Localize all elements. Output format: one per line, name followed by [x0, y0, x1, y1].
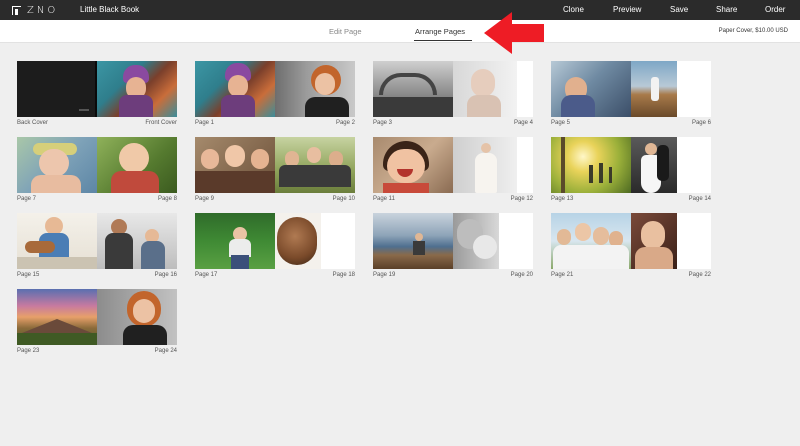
- page-image: [97, 289, 177, 345]
- spread-thumbnail[interactable]: [195, 137, 355, 193]
- spread-thumbnail[interactable]: [17, 61, 177, 117]
- top-bar: ZNO Little Black Book Clone Preview Save…: [0, 0, 800, 20]
- page-image: [195, 213, 275, 269]
- spread-page-5-6[interactable]: Page 5 Page 6: [551, 61, 711, 129]
- page-label-left: Page 7: [17, 196, 37, 202]
- spread-page-19-20[interactable]: Page 19 Page 20: [373, 213, 533, 281]
- page-image: [453, 213, 533, 269]
- preview-button[interactable]: Preview: [613, 5, 641, 14]
- spread-thumbnail[interactable]: [17, 213, 177, 269]
- spread-thumbnail[interactable]: [373, 213, 533, 269]
- spread-thumbnail[interactable]: [551, 213, 711, 269]
- page-label-left: Page 21: [551, 272, 574, 278]
- page-label-left: Back Cover: [17, 120, 49, 126]
- spread-thumbnail[interactable]: [373, 61, 533, 117]
- share-button[interactable]: Share: [716, 5, 737, 14]
- page-label-right: Page 20: [510, 272, 533, 278]
- tab-arrange-pages[interactable]: Arrange Pages: [415, 27, 465, 36]
- page-image: [97, 213, 177, 269]
- spread-thumbnail[interactable]: [195, 61, 355, 117]
- spread-page-3-4[interactable]: Page 3 Page 4: [373, 61, 533, 129]
- page-label-right: Page 8: [157, 196, 177, 202]
- page-label-right: Page 22: [688, 272, 711, 278]
- tab-edit-page[interactable]: Edit Page: [329, 27, 362, 36]
- page-label-left: Page 3: [373, 120, 393, 126]
- page-image: [631, 137, 711, 193]
- cover-price: Paper Cover, $10.00 USD: [718, 28, 788, 34]
- page-image: [631, 61, 711, 117]
- page-label-left: Page 9: [195, 196, 215, 202]
- page-image: [373, 137, 453, 193]
- spread-thumbnail[interactable]: [195, 213, 355, 269]
- page-image: [195, 61, 275, 117]
- page-label-left: Page 1: [195, 120, 215, 126]
- front-cover-image: [97, 61, 177, 117]
- clone-button[interactable]: Clone: [563, 5, 584, 14]
- spread-page-23-24[interactable]: Page 23 Page 24: [17, 289, 177, 357]
- page-image: [551, 213, 631, 269]
- spread-thumbnail[interactable]: [373, 137, 533, 193]
- page-label-right: Page 18: [332, 272, 355, 278]
- page-label-right: Page 2: [335, 120, 355, 126]
- page-label-right: Page 10: [332, 196, 355, 202]
- spread-thumbnail[interactable]: [17, 289, 177, 345]
- page-image: [551, 137, 631, 193]
- page-label-right: Page 4: [513, 120, 533, 126]
- spread-page-17-18[interactable]: Page 17 Page 18: [195, 213, 355, 281]
- page-image: [373, 213, 453, 269]
- page-image: [453, 137, 533, 193]
- spread-page-7-8[interactable]: Page 7 Page 8: [17, 137, 177, 205]
- spread-page-11-12[interactable]: Page 11 Page 12: [373, 137, 533, 205]
- save-button[interactable]: Save: [670, 5, 688, 14]
- page-label-right: Page 24: [154, 348, 177, 354]
- page-label-right: Front Cover: [145, 120, 177, 126]
- page-label-left: Page 23: [17, 348, 40, 354]
- active-tab-indicator: [414, 40, 472, 41]
- spread-thumbnail[interactable]: [551, 137, 711, 193]
- tab-bar: Edit Page Arrange Pages Paper Cover, $10…: [0, 20, 800, 43]
- page-image: [17, 213, 97, 269]
- red-arrow-icon: [484, 12, 544, 54]
- page-label-right: Page 12: [510, 196, 533, 202]
- spread-page-21-22[interactable]: Page 21 Page 22: [551, 213, 711, 281]
- spread-thumbnail[interactable]: [551, 61, 711, 117]
- page-image: [17, 137, 97, 193]
- page-label-left: Page 13: [551, 196, 574, 202]
- page-image: [453, 61, 533, 117]
- logo-text: ZNO: [27, 4, 59, 16]
- page-image: [97, 137, 177, 193]
- order-button[interactable]: Order: [765, 5, 785, 14]
- page-label-left: Page 17: [195, 272, 218, 278]
- page-label-left: Page 5: [551, 120, 571, 126]
- page-image: [275, 61, 355, 117]
- page-label-right: Page 6: [691, 120, 711, 126]
- page-image: [17, 289, 97, 345]
- spread-page-15-16[interactable]: Page 15 Page 16: [17, 213, 177, 281]
- page-label-left: Page 15: [17, 272, 40, 278]
- spread-thumbnail[interactable]: [17, 137, 177, 193]
- spread-page-13-14[interactable]: Page 13 Page 14: [551, 137, 711, 205]
- page-label-left: Page 11: [373, 196, 395, 202]
- spread-page-1-2[interactable]: Page 1 Page 2: [195, 61, 355, 129]
- spread-cover[interactable]: Back Cover Front Cover: [17, 61, 177, 129]
- spread-page-9-10[interactable]: Page 9 Page 10: [195, 137, 355, 205]
- page-label-right: Page 16: [154, 272, 177, 278]
- page-label-right: Page 14: [688, 196, 711, 202]
- page-image: [551, 61, 631, 117]
- book-title[interactable]: Little Black Book: [80, 5, 139, 14]
- page-image: [631, 213, 711, 269]
- page-label-left: Page 19: [373, 272, 396, 278]
- page-image: [275, 137, 355, 193]
- back-cover-image: [17, 61, 97, 117]
- page-image: [195, 137, 275, 193]
- logo-mark-icon: [12, 5, 21, 15]
- page-image: [275, 213, 355, 269]
- zno-logo[interactable]: ZNO: [12, 4, 58, 16]
- page-image: [373, 61, 453, 117]
